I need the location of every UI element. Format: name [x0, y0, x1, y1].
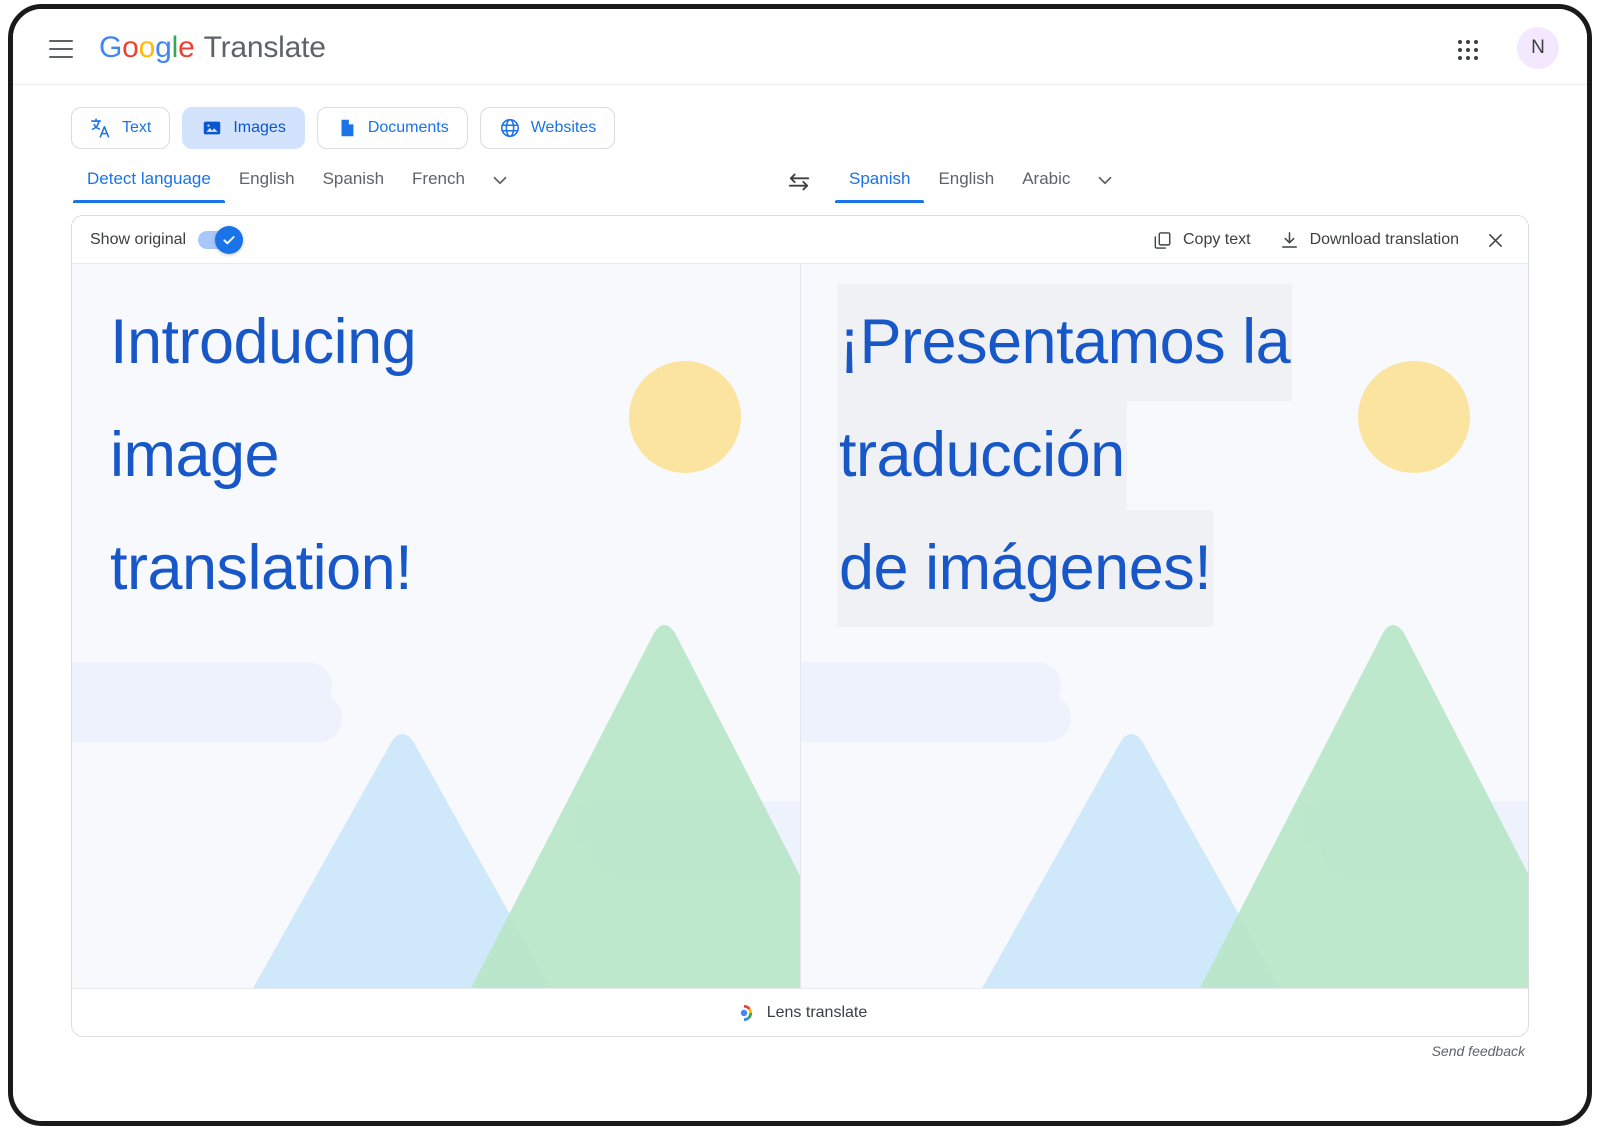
- tab-websites[interactable]: Websites: [480, 107, 616, 149]
- logo-letter-e: e: [178, 31, 195, 64]
- image-comparison-panels: Introducing image translation!: [72, 264, 1528, 990]
- google-translate-logo[interactable]: GoogleTranslate: [99, 29, 326, 67]
- target-lang-english[interactable]: English: [924, 165, 1008, 203]
- app-header: GoogleTranslate N: [13, 9, 1587, 85]
- language-selector-row: Detect language English Spanish French S…: [13, 165, 1587, 209]
- hamburger-line: [49, 56, 73, 58]
- apps-grid-icon[interactable]: [1449, 31, 1487, 69]
- hamburger-icon[interactable]: [41, 29, 81, 69]
- translated-image-panel[interactable]: ¡Presentamos la traducción de imágenes!: [800, 264, 1528, 990]
- lens-translate-button[interactable]: Lens translate: [72, 988, 1528, 1036]
- chevron-down-icon: [1094, 169, 1116, 191]
- close-icon: [1485, 230, 1506, 251]
- mode-tabs: Text Images Documents Websites: [71, 107, 615, 149]
- show-original-label: Show original: [90, 231, 186, 249]
- original-line-3: translation!: [110, 512, 670, 625]
- document-icon: [336, 117, 358, 139]
- translated-line-2: traducción: [839, 399, 1125, 512]
- translate-icon: [90, 117, 112, 139]
- result-toolbar: Show original Copy text: [72, 216, 1528, 264]
- cloud-shape: [72, 694, 342, 742]
- tab-label: Images: [233, 119, 285, 137]
- hamburger-line: [49, 40, 73, 42]
- download-icon: [1279, 230, 1300, 251]
- send-feedback-link[interactable]: Send feedback: [1432, 1043, 1525, 1059]
- source-lang-spanish[interactable]: Spanish: [309, 165, 398, 203]
- check-icon: [221, 232, 237, 248]
- logo-letter-o1: o: [122, 31, 139, 64]
- translated-headline: ¡Presentamos la traducción de imágenes!: [839, 286, 1399, 625]
- lens-translate-label: Lens translate: [767, 1004, 868, 1022]
- target-lang-more-button[interactable]: [1084, 165, 1126, 201]
- target-language-group: Spanish English Arabic: [835, 165, 1126, 203]
- product-name: Translate: [204, 31, 326, 64]
- tab-images[interactable]: Images: [182, 107, 304, 149]
- chevron-down-icon: [489, 169, 511, 191]
- logo-letter-g: G: [99, 31, 122, 64]
- target-lang-arabic[interactable]: Arabic: [1008, 165, 1084, 203]
- tab-label: Text: [122, 119, 151, 137]
- close-button[interactable]: [1475, 220, 1516, 260]
- logo-letter-o2: o: [139, 31, 156, 64]
- original-line-1: Introducing: [110, 286, 670, 399]
- original-image-panel[interactable]: Introducing image translation!: [72, 264, 800, 990]
- image-icon: [201, 117, 223, 139]
- copy-text-label: Copy text: [1183, 231, 1251, 249]
- copy-text-button[interactable]: Copy text: [1140, 220, 1263, 260]
- copy-icon: [1152, 230, 1173, 251]
- swap-languages-icon: [786, 169, 812, 195]
- google-lens-icon: [733, 1002, 755, 1024]
- tab-label: Websites: [531, 119, 597, 137]
- download-translation-label: Download translation: [1310, 231, 1459, 249]
- translation-result-card: Show original Copy text: [71, 215, 1529, 1037]
- cloud-shape: [801, 694, 1071, 742]
- target-lang-spanish[interactable]: Spanish: [835, 165, 924, 203]
- logo-letter-g2: g: [155, 31, 172, 64]
- toolbar-actions: Copy text Download translation: [1140, 216, 1516, 264]
- hamburger-line: [49, 48, 73, 50]
- toggle-knob: [215, 226, 243, 254]
- source-lang-detect[interactable]: Detect language: [73, 165, 225, 203]
- original-headline: Introducing image translation!: [110, 286, 670, 625]
- tab-documents[interactable]: Documents: [317, 107, 468, 149]
- translate-page: GoogleTranslate N Text Image: [13, 9, 1587, 1121]
- globe-icon: [499, 117, 521, 139]
- browser-window-frame: GoogleTranslate N Text Image: [8, 4, 1592, 1126]
- source-lang-english[interactable]: English: [225, 165, 309, 203]
- source-lang-french[interactable]: French: [398, 165, 479, 203]
- source-language-group: Detect language English Spanish French: [73, 165, 521, 203]
- download-translation-button[interactable]: Download translation: [1267, 220, 1471, 260]
- toggle-switch[interactable]: [198, 231, 238, 249]
- swap-languages-button[interactable]: [779, 165, 819, 199]
- translated-line-3: de imágenes!: [839, 512, 1211, 625]
- translated-line-1: ¡Presentamos la: [839, 286, 1290, 399]
- show-original-toggle[interactable]: Show original: [90, 216, 238, 264]
- source-lang-more-button[interactable]: [479, 165, 521, 201]
- tab-label: Documents: [368, 119, 449, 137]
- avatar[interactable]: N: [1517, 27, 1559, 69]
- original-line-2: image: [110, 399, 670, 512]
- tab-text[interactable]: Text: [71, 107, 170, 149]
